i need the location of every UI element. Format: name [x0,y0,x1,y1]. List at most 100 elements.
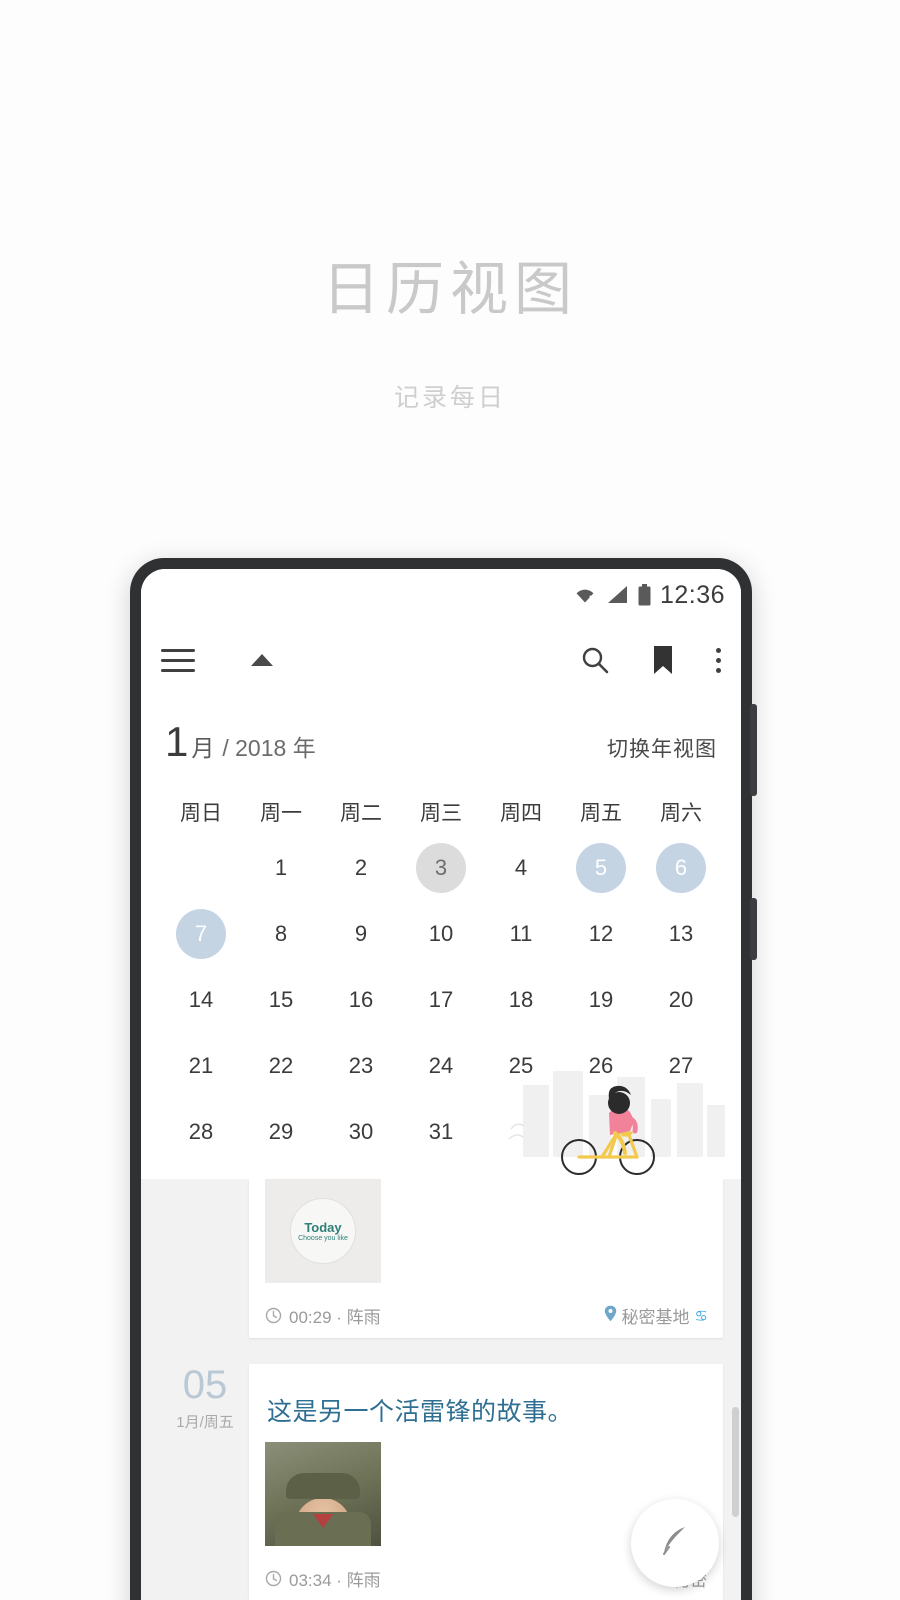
calendar-day[interactable]: 17 [401,967,481,1033]
calendar-day[interactable]: 22 [241,1033,321,1099]
location-pin-icon [604,1305,617,1327]
calendar-day[interactable]: 1 [241,835,321,901]
calendar-day[interactable]: 25 [481,1033,561,1099]
calendar-day[interactable]: 29 [241,1099,321,1165]
calendar-day-label: 31 [428,1119,454,1144]
entry-list[interactable]: Today Choose you like 00:29 · 阵雨 秘密基地 ♋︎… [141,1179,741,1600]
clock-icon [265,1307,282,1324]
calendar-day-label: 17 [428,987,454,1012]
calendar-day-label: 27 [668,1053,694,1078]
signal-icon [607,585,629,605]
weekday-header: 周一 [260,802,302,825]
page-subtitle: 记录每日 [393,384,506,412]
calendar-day[interactable]: 14 [161,967,241,1033]
battery-icon [638,584,651,606]
calendar-day-label: 16 [348,987,374,1012]
calendar-month-number: 1 [165,718,189,765]
calendar-day[interactable]: 3 [401,835,481,901]
calendar-day[interactable]: 8 [241,901,321,967]
wifi-off-icon [572,585,598,605]
calendar-day[interactable]: 9 [321,901,401,967]
calendar-day[interactable]: 5 [561,835,641,901]
calendar-day[interactable]: 4 [481,835,561,901]
entry-date-column: 05 1月/周五 [165,1365,245,1432]
weekday-header: 周三 [420,802,462,825]
calendar-day[interactable]: 20 [641,967,721,1033]
calendar-day[interactable]: 15 [241,967,321,1033]
feather-pen-icon [655,1521,695,1566]
calendar-day[interactable]: 11 [481,901,561,967]
entry-location-emoji: ♋︎ [694,1307,708,1325]
portrait-cap [286,1473,360,1500]
phone-power-button[interactable] [750,898,757,960]
overflow-menu-icon[interactable] [716,647,721,673]
calendar-day-label: 19 [588,987,614,1012]
calendar-day[interactable]: 16 [321,967,401,1033]
weekday-header: 周五 [580,802,622,825]
app-bar [141,621,741,699]
bookmark-icon[interactable] [652,645,674,675]
calendar-grid: 周日 周一 周二 周三 周四 周五 周六 1 2 3 4 5 6 7 8 9 10 11 12 13 14 15 16 17 1… [161,773,721,1165]
calendar-day-empty [161,835,241,901]
caret-up-icon[interactable] [251,654,273,666]
compose-fab-button[interactable] [631,1499,719,1587]
calendar-day[interactable]: 19 [561,967,641,1033]
calendar-day-label: 23 [348,1053,374,1078]
calendar-day[interactable]: 30 [321,1099,401,1165]
weekday-header: 周四 [500,802,542,825]
page-title: 日历视图 [321,257,578,322]
calendar-year-value: 2018 年 [235,735,316,761]
calendar-day-label: 5 [576,843,626,893]
calendar-day-label: 10 [428,921,454,946]
calendar-day[interactable]: 27 [641,1033,721,1099]
calendar-day[interactable]: 28 [161,1099,241,1165]
weekday-header: 周二 [340,802,382,825]
calendar-month-suffix: 月 [191,735,215,761]
calendar-day[interactable]: 10 [401,901,481,967]
calendar-day-label: 9 [354,921,368,946]
calendar-day[interactable]: 23 [321,1033,401,1099]
hamburger-menu-icon[interactable] [161,648,195,672]
calendar-day[interactable]: 24 [401,1033,481,1099]
calendar-day-label: 22 [268,1053,294,1078]
stamp-badge: Today Choose you like [290,1198,356,1264]
calendar-day-label: 2 [354,855,368,880]
calendar-day-label: 29 [268,1119,294,1144]
stamp-title: Today [304,1220,342,1235]
phone-volume-button[interactable] [750,704,757,796]
calendar-day[interactable]: 12 [561,901,641,967]
calendar-day[interactable]: 2 [321,835,401,901]
entry-thumbnail[interactable] [265,1442,381,1546]
calendar-day-label: 7 [176,909,226,959]
page-root: 日历视图 记录每日 12:36 1 月 / 2018 年 切换年视图 周日 周一… [0,0,900,1600]
calendar-day[interactable]: 13 [641,901,721,967]
entry-title[interactable]: 这是另一个活雷锋的故事。 [267,1392,707,1428]
calendar-header: 1 月 / 2018 年 切换年视图 [161,699,721,773]
entry-thumbnail-row: Today Choose you like [265,1179,707,1283]
calendar-day-label: 30 [348,1119,374,1144]
list-item[interactable]: Today Choose you like 00:29 · 阵雨 秘密基地 ♋︎ [249,1179,723,1338]
entry-thumbnail[interactable]: Today Choose you like [265,1179,381,1283]
calendar-day-label: 15 [268,987,294,1012]
calendar-day-label: 25 [508,1053,534,1078]
calendar-day[interactable]: 7 [161,901,241,967]
calendar-day-label: 20 [668,987,694,1012]
status-bar-clock: 12:36 [659,580,725,609]
switch-to-year-view-button[interactable]: 切换年视图 [607,733,717,763]
clock-icon [265,1570,282,1587]
calendar-day-label: 11 [509,921,533,946]
calendar-year: / 2018 年 [222,729,315,763]
weekday-header: 周六 [660,802,702,825]
entry-time: 00:29 · 阵雨 [289,1308,381,1327]
calendar-day[interactable]: 6 [641,835,721,901]
portrait-collar [275,1512,371,1546]
calendar-day-label: 1 [274,855,288,880]
entry-time: 03:34 · 阵雨 [289,1571,381,1590]
calendar-day[interactable]: 21 [161,1033,241,1099]
scrollbar-thumb[interactable] [732,1407,739,1517]
calendar-day[interactable]: 18 [481,967,561,1033]
search-icon[interactable] [580,645,610,675]
phone-frame: 12:36 1 月 / 2018 年 切换年视图 周日 周一 周二 周三 周四 … [130,558,757,1600]
calendar-day[interactable]: 31 [401,1099,481,1165]
calendar-day[interactable]: 26 [561,1033,641,1099]
